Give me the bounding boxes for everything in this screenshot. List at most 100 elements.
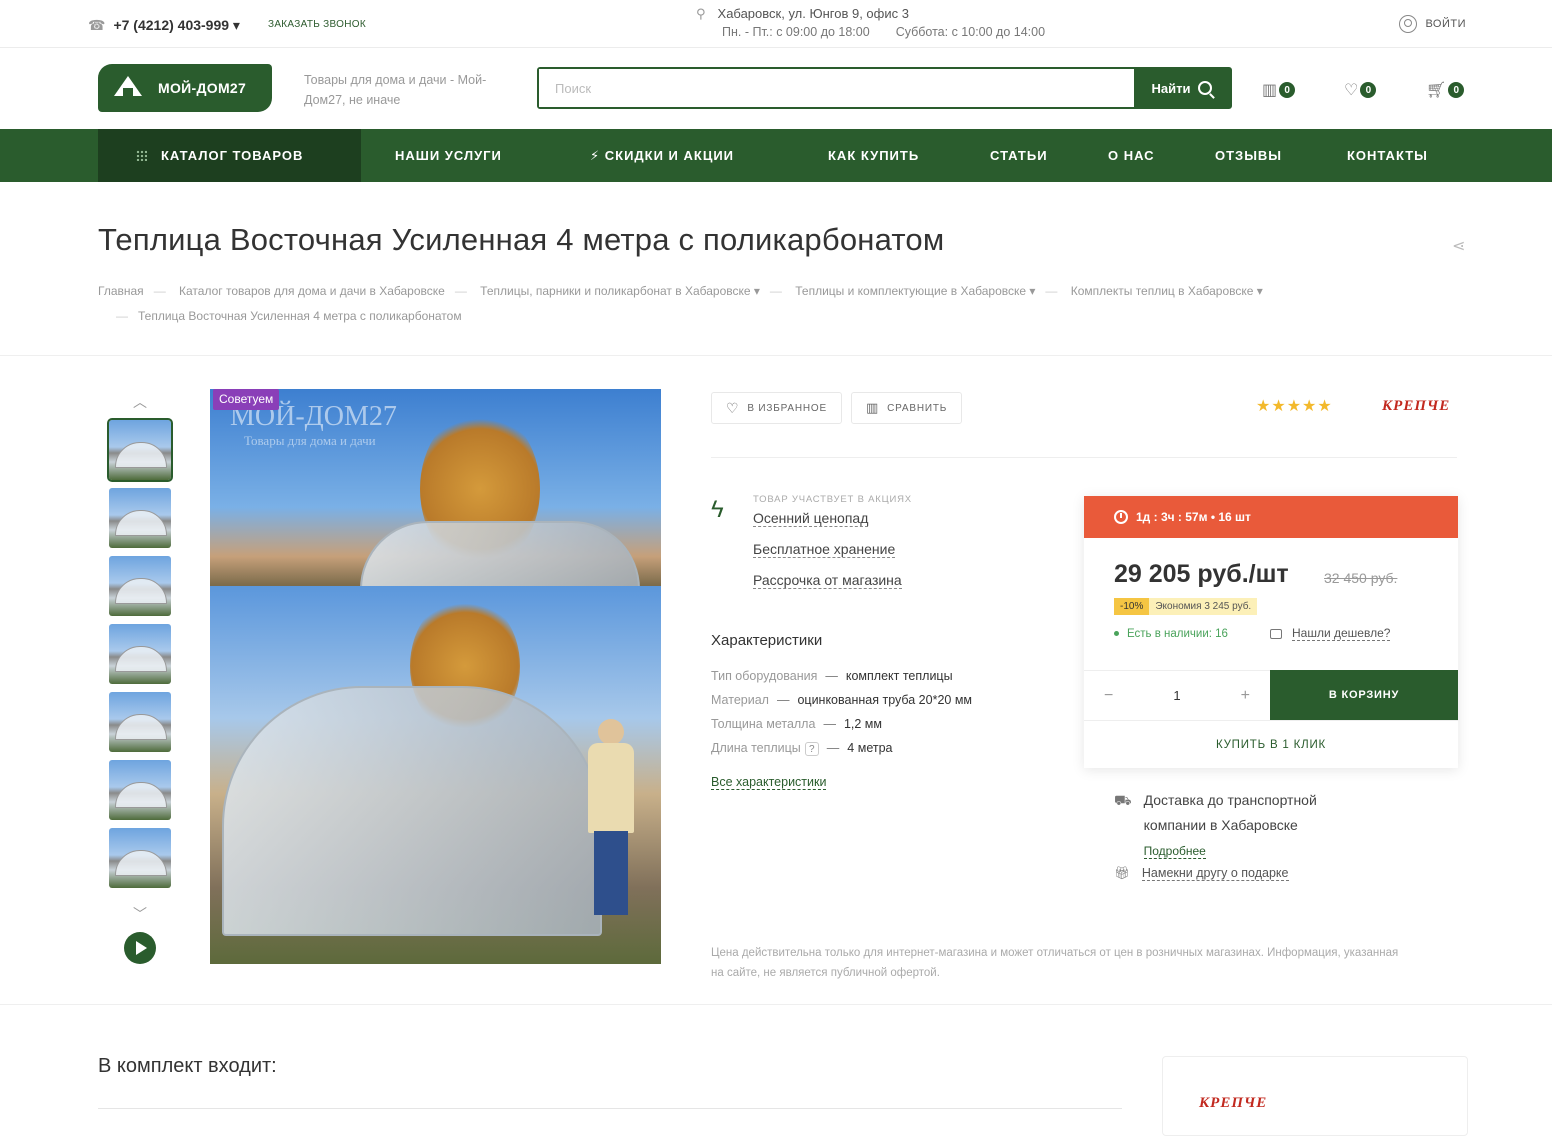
add-to-compare-button[interactable]: ▥ СРАВНИТЬ [851,392,963,424]
price: 29 205 руб./шт [1114,560,1289,588]
share-icon[interactable]: ⋖ [1452,236,1465,256]
breadcrumb: Главная — Каталог товаров для дома и дачи… [98,284,1263,323]
brand-card[interactable]: КРЕПЧЕ [1162,1056,1468,1136]
chevron-down-icon[interactable]: ﹀ [108,896,172,932]
thumbnail[interactable] [109,692,171,752]
nav-item-sales[interactable]: ⚡ СКИДКИ И АКЦИИ [590,129,734,182]
one-click-buy-button[interactable]: КУПИТЬ В 1 КЛИК [1084,720,1458,768]
characteristic-row: Толщина металла —1,2 мм [711,717,882,731]
found-cheaper-link[interactable]: Нашли дешевле? [1270,626,1391,641]
phone-number[interactable]: ☎ +7 (4212) 403-999 ▾ [88,17,240,34]
help-icon[interactable]: ? [804,742,819,756]
all-characteristics-link[interactable]: Все характеристики [711,775,827,790]
divider [0,1004,1552,1005]
buy-box: 1д : 3ч : 57м • 16 шт 29 205 руб./шт 32 … [1084,496,1458,768]
breadcrumb-item[interactable]: Теплицы, парники и поликарбонат в Хабаро… [480,284,750,298]
cart-counter[interactable]: 🛒︎ 0 [1426,80,1465,100]
product-main-image[interactable]: МОЙ-ДОМ27 Товары для дома и дачи [210,389,661,964]
kit-title: В комплект входит: [98,1055,277,1077]
bar-chart-icon: ▥ [1262,82,1278,99]
compare-badge: 0 [1279,82,1296,98]
breadcrumb-current: Теплица Восточная Усиленная 4 метра с по… [138,309,462,323]
favorites-badge: 0 [1360,82,1377,98]
nav-catalog[interactable]: КАТАЛОГ ТОВАРОВ [98,129,361,182]
working-hours: Пн. - Пт.: с 09:00 до 18:00 Суббота: с 10… [722,25,1046,39]
login-link[interactable]: ВОЙТИ [1399,15,1466,33]
bar-chart-icon: ▥ [866,400,880,415]
old-price: 32 450 руб. [1324,570,1398,586]
play-video-button[interactable] [124,932,156,964]
discount-badge: -10% Экономия 3 245 руб. [1114,598,1258,615]
nav-item-services[interactable]: НАШИ УСЛУГИ [395,129,502,182]
search-button[interactable]: Найти [1134,69,1230,107]
add-to-favorites-button[interactable]: ♡ В ИЗБРАННОЕ [711,392,842,424]
truck-icon: ⛟ [1114,792,1132,808]
promo-link[interactable]: Бесплатное хранение [753,541,896,558]
thumbnail[interactable] [109,760,171,820]
delivery-info: ⛟ Доставка до транспортной компании в Ха… [1114,788,1317,864]
chevron-up-icon[interactable]: ︿ [108,384,172,420]
ticket-icon [1270,628,1282,639]
thumbnail[interactable] [109,624,171,684]
characteristic-row: Материал — оцинкованная труба 20*20 мм [711,693,973,707]
divider [0,355,1552,356]
thumbnail-strip: ︿ ﹀ [107,384,173,922]
stock-status: Есть в наличии: 16 [1114,628,1228,640]
characteristic-row: Тип оборудования — комплект теплицы [711,669,953,683]
address: ⚲ Хабаровск, ул. Юнгов 9, офис 3 [696,6,909,21]
breadcrumb-item[interactable]: Главная [98,284,144,298]
slogan: Товары для дома и дачи - Мой-Дом27, не и… [304,73,487,107]
quantity-input[interactable] [1157,688,1197,703]
breadcrumb-item[interactable]: Теплицы и комплектующие в Хабаровске [795,284,1026,298]
gift-icon: 🎁︎ [1114,866,1130,880]
promo-link[interactable]: Осенний ценопад [753,510,869,527]
top-bar: ☎ +7 (4212) 403-999 ▾ ЗАКАЗАТЬ ЗВОНОК ⚲ Ха… [0,0,1552,48]
delivery-more-link[interactable]: Подробнее [1143,844,1206,859]
grid-icon [136,150,147,161]
plus-button[interactable]: + [1241,687,1250,705]
thumbnail[interactable] [109,556,171,616]
add-to-cart-button[interactable]: В КОРЗИНУ [1270,670,1458,720]
heart-icon: ♡ [726,399,740,416]
search-input[interactable] [539,69,1134,107]
price-disclaimer: Цена действительна только для интернет-м… [711,947,1399,979]
location-pin-icon: ⚲ [696,6,706,21]
thumbnail[interactable] [109,488,171,548]
nav-item-articles[interactable]: СТАТЬИ [990,129,1048,182]
divider [98,1108,1122,1109]
house-logo-icon [112,74,144,102]
nav-item-about[interactable]: О НАС [1108,129,1155,182]
thumbnail[interactable] [109,828,171,888]
rating-stars[interactable]: ★★★★★ [1256,396,1333,416]
page-title: Теплица Восточная Усиленная 4 метра с по… [98,222,945,257]
heart-icon: ♡ [1344,82,1359,99]
compare-counter[interactable]: ▥ 0 [1262,80,1296,100]
promo-title: ТОВАР УЧАСТВУЕТ В АКЦИЯХ [753,494,912,505]
thumbnail[interactable] [107,418,173,482]
minus-button[interactable]: − [1104,687,1113,705]
search-bar: Найти [537,67,1232,109]
quantity-stepper: − + [1084,670,1270,720]
promo-link[interactable]: Рассрочка от магазина [753,572,902,589]
watermark-subtitle: Товары для дома и дачи [244,433,376,448]
search-icon [1198,81,1213,95]
breadcrumb-item[interactable]: Комплекты теплиц в Хабаровске [1071,284,1254,298]
person-figure [582,719,640,919]
characteristic-row: Длина теплицы? —4 метра [711,741,893,756]
brand-logo[interactable]: КРЕПЧЕ [1382,398,1450,415]
recommend-sticker: Советуем [213,389,280,410]
brand-logo: КРЕПЧЕ [1199,1095,1268,1111]
nav-item-how-to-buy[interactable]: КАК КУПИТЬ [828,129,919,182]
user-icon [1399,15,1418,33]
logo[interactable]: МОЙ-ДОМ27 [98,64,272,112]
callback-link[interactable]: ЗАКАЗАТЬ ЗВОНОК [268,19,366,30]
gift-hint-link[interactable]: 🎁︎ Намекни другу о подарке [1114,866,1289,881]
clock-icon [1114,510,1128,524]
nav-item-contacts[interactable]: КОНТАКТЫ [1347,129,1428,182]
phone-icon: ☎ [88,17,106,33]
lightning-icon: ϟ [711,496,724,523]
breadcrumb-item[interactable]: Каталог товаров для дома и дачи в Хабаро… [179,284,445,298]
favorites-counter[interactable]: ♡ 0 [1344,80,1377,100]
nav-item-reviews[interactable]: ОТЗЫВЫ [1215,129,1282,182]
header: МОЙ-ДОМ27 Товары для дома и дачи - Мой-Д… [0,48,1552,130]
